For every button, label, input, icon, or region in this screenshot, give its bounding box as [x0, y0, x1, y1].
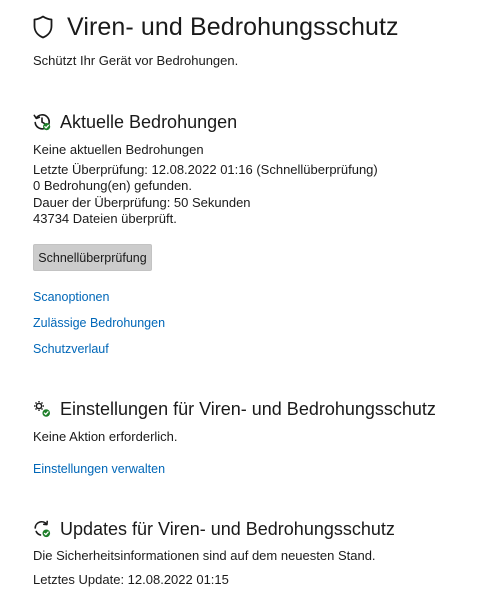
last-update-text: Letztes Update: 12.08.2022 01:15 [33, 572, 229, 587]
current-threats-title: Aktuelle Bedrohungen [60, 111, 238, 132]
virus-threat-protection-page: Viren- und Bedrohungsschutz Schützt Ihr … [0, 0, 488, 600]
threat-status-text: Keine aktuellen Bedrohungen [33, 142, 204, 157]
last-scan-text: Letzte Überprüfung: 12.08.2022 01:16 (Sc… [33, 162, 378, 177]
protection-history-link[interactable]: Schutzverlauf [33, 342, 109, 356]
shield-icon [33, 14, 55, 40]
settings-gears-icon [33, 400, 51, 418]
files-checked-text: 43734 Dateien überprüft. [33, 211, 177, 226]
updates-title: Updates für Viren- und Bedrohungsschutz [60, 518, 395, 539]
settings-title: Einstellungen für Viren- und Bedrohungss… [60, 398, 436, 419]
page-title: Viren- und Bedrohungsschutz [67, 12, 399, 41]
updates-status-text: Die Sicherheitsinformationen sind auf de… [33, 548, 376, 563]
quick-scan-button[interactable]: Schnellüberprüfung [33, 244, 152, 271]
current-threats-header: Aktuelle Bedrohungen [33, 110, 237, 134]
updates-header: Updates für Viren- und Bedrohungsschutz [33, 517, 395, 541]
update-refresh-icon [33, 520, 51, 538]
allowed-threats-link[interactable]: Zulässige Bedrohungen [33, 316, 165, 330]
settings-status-text: Keine Aktion erforderlich. [33, 429, 178, 444]
scan-options-link[interactable]: Scanoptionen [33, 290, 109, 304]
scan-clock-icon [33, 113, 51, 131]
manage-settings-link[interactable]: Einstellungen verwalten [33, 462, 165, 476]
threats-found-text: 0 Bedrohung(en) gefunden. [33, 178, 193, 193]
settings-header: Einstellungen für Viren- und Bedrohungss… [33, 397, 436, 421]
page-subtitle: Schützt Ihr Gerät vor Bedrohungen. [33, 53, 239, 68]
scan-duration-text: Dauer der Überprüfung: 50 Sekunden [33, 195, 251, 210]
page-header: Viren- und Bedrohungsschutz [33, 10, 399, 44]
